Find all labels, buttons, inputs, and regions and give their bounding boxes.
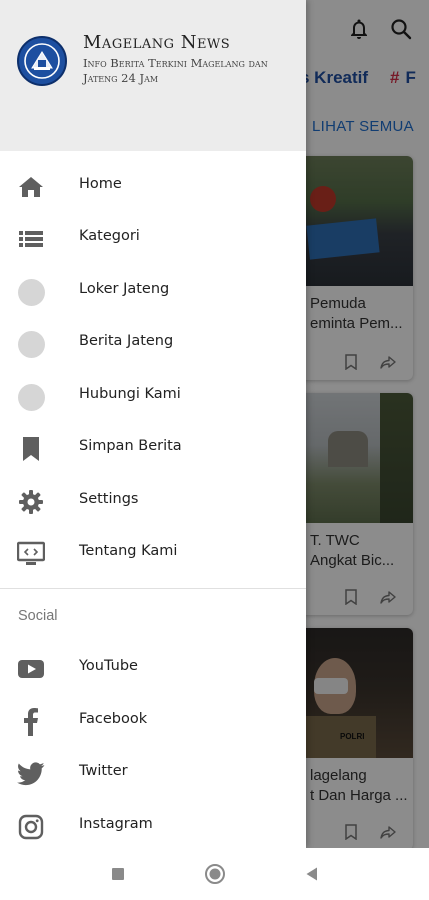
drawer-header: Magelang News Info Berita Terkini Magela… [0, 0, 306, 151]
placeholder-circle-icon [17, 330, 45, 358]
facebook-icon [17, 708, 45, 736]
drawer-divider [0, 588, 306, 589]
menu-item-label: Kategori [79, 228, 140, 244]
menu-item-label: YouTube [79, 658, 138, 674]
menu-item-hubungi-kami[interactable]: Hubungi Kami [0, 370, 306, 422]
menu-item-label: Simpan Berita [79, 438, 182, 454]
bookmark-icon [17, 435, 45, 463]
home-icon [17, 173, 45, 201]
home-circle-icon[interactable] [203, 862, 227, 886]
system-navigation-bar [0, 848, 429, 900]
menu-item-label: Facebook [79, 711, 148, 727]
navigation-drawer: Magelang News Info Berita Terkini Magela… [0, 0, 306, 848]
menu-item-label: Settings [79, 491, 139, 507]
monitor-icon [17, 540, 45, 568]
menu-item-label: Home [79, 176, 122, 192]
menu-item-label: Instagram [79, 816, 153, 832]
menu-item-facebook[interactable]: Facebook [0, 695, 306, 747]
back-triangle-icon[interactable] [300, 862, 324, 886]
menu-item-label: Hubungi Kami [79, 386, 181, 402]
menu-item-label: Berita Jateng [79, 333, 174, 349]
menu-item-kategori[interactable]: Kategori [0, 212, 306, 264]
instagram-icon [17, 813, 45, 841]
recents-square-icon[interactable] [106, 862, 130, 886]
app-logo [17, 36, 67, 86]
menu-item-berita-jateng[interactable]: Berita Jateng [0, 317, 306, 369]
menu-item-settings[interactable]: Settings [0, 475, 306, 527]
placeholder-circle-icon [17, 278, 45, 306]
menu-item-label: Twitter [79, 763, 128, 779]
menu-item-twitter[interactable]: Twitter [0, 747, 306, 799]
menu-item-youtube[interactable]: YouTube [0, 642, 306, 694]
app-title: Magelang News [83, 32, 231, 53]
menu-item-simpan-berita[interactable]: Simpan Berita [0, 422, 306, 474]
menu-item-loker-jateng[interactable]: Loker Jateng [0, 265, 306, 317]
app-subtitle: Info Berita Terkini Magelang dan Jateng … [83, 56, 268, 85]
menu-item-home[interactable]: Home [0, 160, 306, 212]
placeholder-circle-icon [17, 383, 45, 411]
menu-item-instagram[interactable]: Instagram [0, 800, 306, 848]
menu-item-label: Loker Jateng [79, 281, 170, 297]
menu-item-tentang-kami[interactable]: Tentang Kami [0, 527, 306, 579]
gear-icon [17, 488, 45, 516]
social-section-label: Social [18, 608, 58, 624]
list-icon [17, 225, 45, 253]
menu-item-label: Tentang Kami [79, 543, 178, 559]
youtube-icon [17, 655, 45, 683]
twitter-icon [17, 760, 45, 788]
